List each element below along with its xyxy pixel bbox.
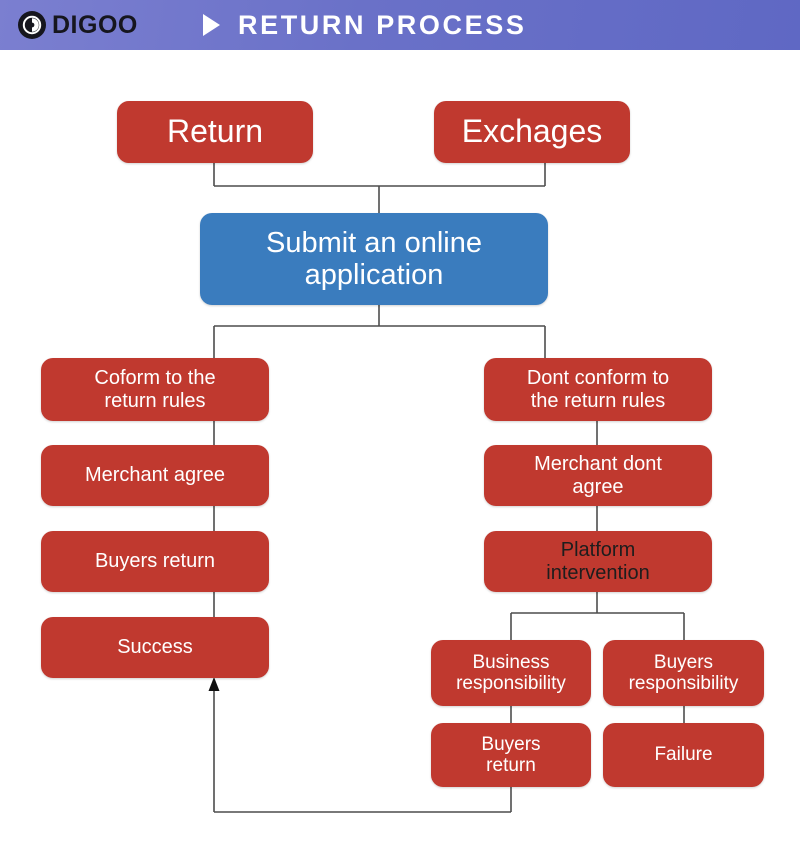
digoo-logo: DIGOO bbox=[16, 9, 138, 41]
node-platform-intervention[interactable]: Platform intervention bbox=[484, 531, 712, 592]
node-buyers-responsibility[interactable]: Buyers responsibility bbox=[603, 640, 764, 706]
node-dont-conform-to-return-rules[interactable]: Dont conform to the return rules bbox=[484, 358, 712, 421]
digoo-circle-icon bbox=[18, 11, 46, 39]
page-title: RETURN PROCESS bbox=[238, 10, 527, 40]
node-merchant-dont-agree[interactable]: Merchant dont agree bbox=[484, 445, 712, 506]
node-success[interactable]: Success bbox=[41, 617, 269, 678]
digoo-logo-text: DIGOO bbox=[52, 10, 138, 39]
play-triangle-icon bbox=[203, 14, 220, 36]
node-submit-application[interactable]: Submit an online application bbox=[200, 213, 548, 305]
return-process-flowchart-page: DIGOO RETURN PROCESS Return Exchages Sub… bbox=[0, 0, 800, 866]
node-exchanges[interactable]: Exchages bbox=[434, 101, 630, 163]
node-failure[interactable]: Failure bbox=[603, 723, 764, 787]
node-buyers-return-left[interactable]: Buyers return bbox=[41, 531, 269, 592]
loop-arrowhead-icon bbox=[208, 677, 220, 691]
node-business-responsibility[interactable]: Business responsibility bbox=[431, 640, 591, 706]
node-return[interactable]: Return bbox=[117, 101, 313, 163]
node-conform-to-return-rules[interactable]: Coform to the return rules bbox=[41, 358, 269, 421]
app-header-bar: DIGOO RETURN PROCESS bbox=[0, 0, 800, 50]
node-merchant-agree[interactable]: Merchant agree bbox=[41, 445, 269, 506]
node-buyers-return-bottom[interactable]: Buyers return bbox=[431, 723, 591, 787]
